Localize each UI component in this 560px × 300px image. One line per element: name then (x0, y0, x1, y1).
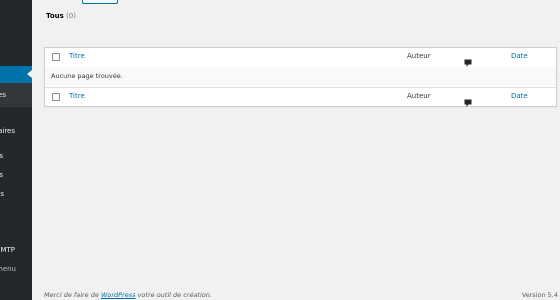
footer-thanks-after: votre outil de création. (135, 291, 212, 299)
table-footer-row: Titre Auteur Date (45, 87, 556, 107)
no-pages-message: Aucune page trouvée. (51, 72, 123, 80)
footer-thanks-before: Merci de faire de (44, 291, 101, 299)
admin-sidebar: es aires s s s MTP menu (0, 0, 32, 300)
footer-thanks: Merci de faire de WordPress votre outil … (44, 291, 212, 299)
column-date-header[interactable]: Date (511, 52, 528, 60)
add-new-button[interactable] (82, 0, 118, 4)
column-title-footer[interactable]: Titre (69, 92, 85, 100)
sidebar-collapse-menu[interactable]: menu (0, 265, 16, 273)
column-author-header: Auteur (407, 52, 431, 60)
column-author-footer: Auteur (407, 92, 431, 100)
table-row-empty: Aucune page trouvée. (45, 67, 556, 86)
sidebar-item-label-3[interactable]: s (0, 152, 3, 160)
comment-bubble-icon[interactable] (464, 53, 472, 67)
active-menu-arrow (27, 70, 32, 78)
filter-all-link[interactable]: Tous (46, 12, 64, 20)
pages-table: Titre Auteur Date Aucune page trouvée. T… (44, 47, 557, 107)
footer-version: Version 5.4 (521, 291, 558, 299)
select-all-checkbox-footer[interactable] (52, 93, 60, 101)
table-header-row: Titre Auteur Date (45, 48, 556, 68)
column-date-footer[interactable]: Date (511, 92, 528, 100)
sidebar-item-label-5[interactable]: s (0, 190, 4, 198)
comment-bubble-icon[interactable] (464, 93, 472, 107)
sidebar-item-label-pages[interactable]: es (0, 91, 6, 99)
select-all-checkbox[interactable] (52, 53, 60, 61)
filter-all-count: (0) (66, 12, 76, 20)
sidebar-item-label-comments[interactable]: aires (0, 127, 15, 135)
status-filter: Tous (0) (46, 12, 76, 20)
sidebar-item-label-smtp[interactable]: MTP (0, 246, 15, 254)
wordpress-link[interactable]: WordPress (101, 291, 136, 299)
column-title-header[interactable]: Titre (69, 52, 85, 60)
sidebar-item-label-4[interactable]: s (0, 171, 3, 179)
